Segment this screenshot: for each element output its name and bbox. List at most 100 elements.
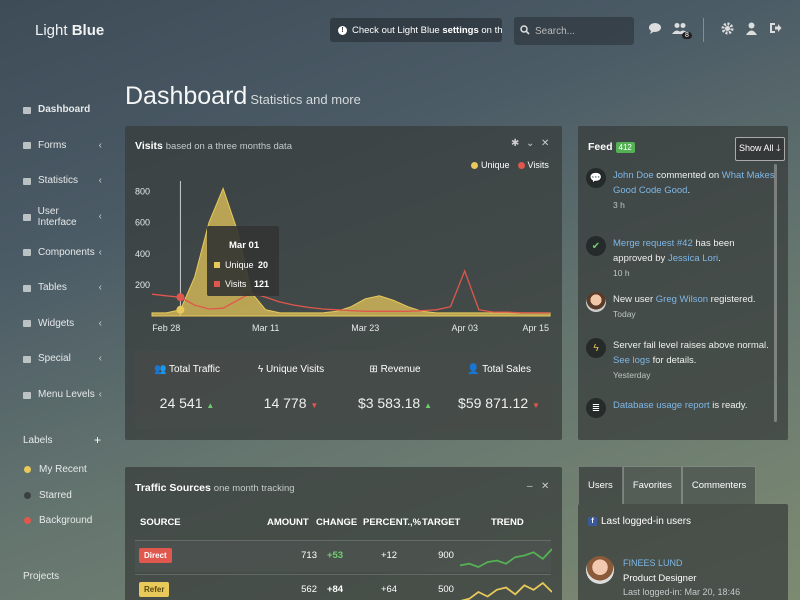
sidebar-item-label: Tables: [38, 282, 67, 294]
trend-up-icon: ▲: [424, 401, 433, 410]
sidebar-item-label: Forms: [38, 139, 67, 151]
user-icon[interactable]: [746, 22, 757, 38]
logo-light-text: Light: [35, 22, 68, 39]
page-subtitle: Statistics and more: [250, 92, 361, 107]
feed-time: Today: [613, 309, 636, 319]
source-tag[interactable]: Direct: [139, 548, 172, 563]
sidebar-item-special[interactable]: Special ‹: [22, 341, 102, 377]
feed-item: ϟ Server fail level raises above normal. …: [586, 338, 776, 383]
add-label-icon[interactable]: +: [94, 433, 101, 447]
tab-users[interactable]: Users: [578, 466, 623, 504]
feed-link[interactable]: Database usage report: [613, 400, 710, 411]
x-tick-label: Feb 28: [152, 323, 180, 333]
sidebar-item-statistics[interactable]: Statistics ‹: [22, 163, 102, 199]
tooltip-visits-value: 121: [254, 279, 270, 289]
col-percent[interactable]: PERCENT.,%: [363, 517, 421, 528]
traffic-subtitle: one month tracking: [213, 483, 295, 494]
sidebar-item-menu-levels[interactable]: Menu Levels ‹: [22, 377, 102, 413]
label-text: Background: [39, 515, 93, 526]
chevron-left-icon: ‹: [98, 175, 102, 187]
tooltip-unique: Unique: [214, 260, 254, 270]
settings-notice[interactable]: ! Check out Light Blue settings on the ri…: [330, 18, 502, 42]
search-input[interactable]: [535, 25, 625, 37]
sidebar-item-user-interface[interactable]: User Interface ‹: [22, 199, 102, 235]
label-my-recent[interactable]: My Recent: [24, 464, 87, 475]
table-row[interactable]: Direct 713 +53 +12 900: [135, 540, 552, 572]
feed-link[interactable]: Merge request #42: [613, 238, 693, 249]
feed-count-badge: 412: [615, 141, 635, 153]
sidebar-item-components[interactable]: Components ‹: [22, 234, 102, 270]
feed-link[interactable]: See logs: [613, 355, 650, 366]
sidebar-item-label: Menu Levels: [38, 389, 95, 401]
trend-up-icon: ▲: [206, 401, 215, 410]
chart-tooltip: Mar 01 Unique 20 Visits 121: [207, 226, 279, 296]
search-box[interactable]: [514, 17, 634, 45]
chevron-left-icon: ‹: [98, 211, 102, 223]
app-logo[interactable]: Light Blue: [35, 22, 104, 39]
tab-favorites[interactable]: Favorites: [622, 466, 682, 504]
user-name[interactable]: FINEES LUND: [623, 558, 683, 568]
feed-panel: Feed 412 Show All 🡓 💬 John Doe commented o…: [578, 126, 788, 440]
last-logged-heading: f Last logged-in users: [588, 516, 691, 527]
user-icon: 👤: [467, 364, 480, 375]
show-all-button[interactable]: Show All 🡓: [735, 137, 785, 161]
visits-chart[interactable]: 800 600 400 200 Feb 28 Mar 11 Mar 23 Apr 03 Apr …: [125, 126, 562, 336]
feed-time: 10 h: [613, 268, 630, 278]
pencil-icon: [22, 140, 33, 150]
stats-bar: 👥 Total Traffic 24 541 ▲ ϟ Unique Visits 1…: [135, 351, 551, 429]
chat-icon[interactable]: [648, 22, 662, 38]
label-background[interactable]: Background: [24, 515, 92, 526]
change-cell: +84: [326, 584, 344, 595]
notification-badge: 8: [682, 32, 692, 39]
sidebar-nav: Dashboard Forms ‹ Statistics ‹ User Interface…: [22, 92, 102, 412]
feed-link[interactable]: Jessica Lori: [668, 253, 718, 264]
feed-item: ≣ Database usage report is ready.: [586, 398, 776, 418]
col-change[interactable]: CHANGE: [316, 517, 357, 528]
puzzle-icon: [22, 247, 33, 257]
comment-icon: 💬: [586, 168, 606, 188]
visits-panel: Visits based on a three months data ✱ ⌄ …: [125, 126, 562, 440]
close-icon[interactable]: ✕: [541, 481, 549, 492]
label-dot: [24, 492, 31, 499]
traffic-title: Traffic Sources one month tracking: [135, 482, 295, 494]
labels-heading: Labels: [23, 435, 53, 446]
amount-cell: 562: [301, 584, 317, 595]
col-trend[interactable]: TREND: [491, 517, 524, 528]
y-tick-label: 400: [135, 249, 150, 259]
source-tag[interactable]: Refer: [139, 582, 170, 597]
label-starred[interactable]: Starred: [24, 490, 72, 501]
avatar[interactable]: [586, 556, 614, 584]
tooltip-date: Mar 01: [229, 240, 260, 251]
trend-down-icon: ▼: [310, 401, 319, 410]
feed-link[interactable]: Greg Wilson: [656, 294, 708, 305]
facebook-icon: f: [588, 517, 597, 526]
gear-icon[interactable]: [721, 22, 734, 38]
sidebar-item-label: Dashboard: [38, 104, 91, 116]
bolt-icon: ϟ: [257, 364, 264, 375]
point-unique: [176, 305, 185, 314]
y-tick-label: 200: [135, 280, 150, 290]
sign-out-icon[interactable]: [769, 22, 782, 37]
sidebar-item-label: Special: [38, 353, 71, 365]
sidebar-item-tables[interactable]: Tables ‹: [22, 270, 102, 306]
sidebar-item-label: Statistics: [38, 175, 79, 187]
sidebar-item-widgets[interactable]: Widgets ‹: [22, 306, 102, 342]
col-target[interactable]: TARGET: [422, 517, 460, 528]
tab-commenters[interactable]: Commenters: [681, 466, 757, 504]
feed-link[interactable]: John Doe: [613, 170, 654, 181]
col-source[interactable]: SOURCE: [140, 517, 181, 528]
col-amount[interactable]: AMOUNT: [267, 517, 309, 528]
grid-icon: [22, 318, 33, 328]
collapse-icon[interactable]: ‒: [527, 481, 533, 492]
database-icon: ≣: [586, 398, 606, 418]
projects-heading: Projects: [23, 571, 60, 582]
home-icon: [22, 105, 33, 115]
sidebar-item-forms[interactable]: Forms ‹: [22, 128, 102, 164]
feed-item: ✔ Merge request #42 has been approved by …: [586, 236, 776, 281]
chevron-left-icon: ‹: [98, 246, 102, 258]
users-icon: 👥: [153, 364, 167, 375]
plus-square-icon: ⊞: [369, 364, 378, 375]
table-row[interactable]: Refer 562 +84 +64 500: [135, 574, 552, 600]
sidebar-item-dashboard[interactable]: Dashboard: [22, 92, 102, 128]
trend-sparkline: [460, 581, 552, 600]
